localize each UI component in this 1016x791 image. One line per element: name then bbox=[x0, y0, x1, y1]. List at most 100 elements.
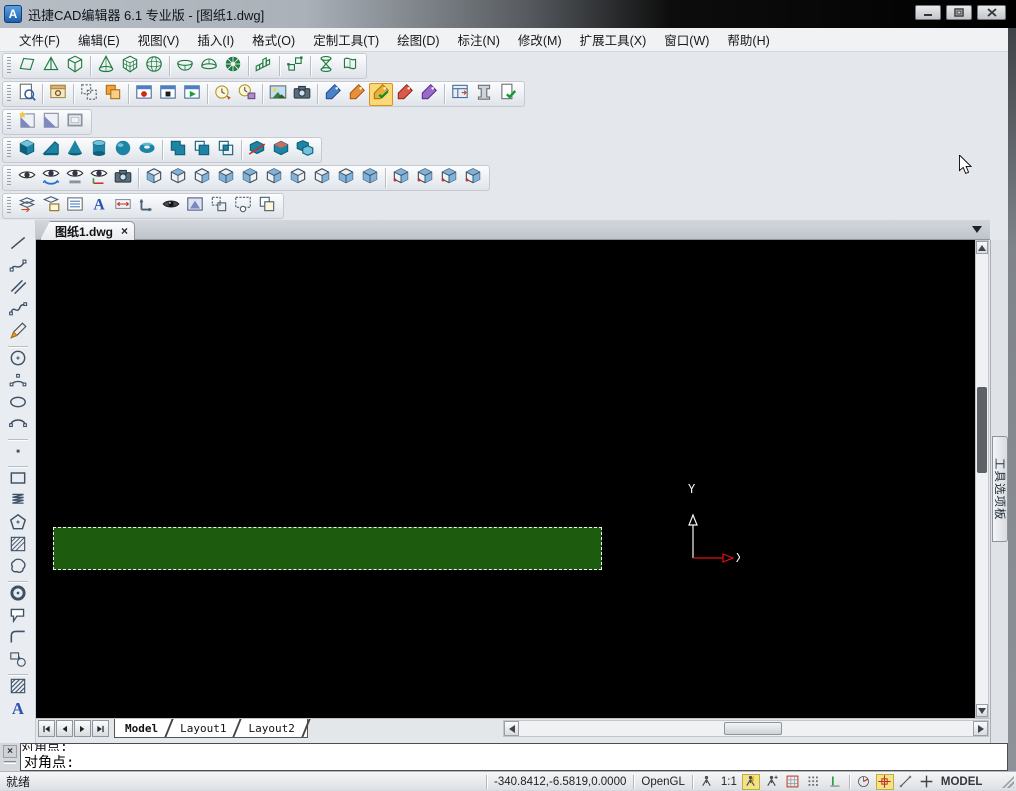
command-close-icon[interactable]: × bbox=[3, 745, 17, 758]
line-tool[interactable] bbox=[5, 234, 31, 256]
image-clip-button[interactable] bbox=[39, 111, 63, 134]
hide-objects-button[interactable] bbox=[15, 167, 39, 190]
view-right-button[interactable] bbox=[190, 167, 214, 190]
column-button[interactable] bbox=[472, 83, 496, 106]
ellipse-tool[interactable] bbox=[5, 393, 31, 415]
stop-macro-button[interactable] bbox=[156, 83, 180, 106]
solid-wedge-button[interactable] bbox=[39, 139, 63, 162]
record-macro-button[interactable] bbox=[132, 83, 156, 106]
toolbar-grip[interactable] bbox=[7, 113, 11, 131]
horizontal-scrollbar[interactable] bbox=[503, 720, 989, 737]
group-button[interactable] bbox=[77, 83, 101, 106]
scroll-right-icon[interactable] bbox=[973, 721, 988, 736]
scroll-down-icon[interactable] bbox=[976, 704, 988, 717]
model-space-toggle[interactable]: MODEL bbox=[939, 776, 985, 788]
tab-list-dropdown-icon[interactable] bbox=[972, 226, 982, 233]
double-line-tool[interactable] bbox=[5, 278, 31, 300]
menu-2[interactable]: 编辑(E) bbox=[69, 27, 129, 52]
dim-style-button[interactable] bbox=[111, 195, 135, 218]
command-drag-handle[interactable] bbox=[4, 761, 16, 764]
tab-layout2[interactable]: Layout2 bbox=[238, 719, 304, 737]
text-style-button[interactable]: A bbox=[87, 195, 111, 218]
subtract-button[interactable] bbox=[190, 139, 214, 162]
document-tab-close-icon[interactable]: × bbox=[121, 226, 128, 236]
union-button[interactable] bbox=[166, 139, 190, 162]
annotation-autoscale-icon[interactable] bbox=[763, 774, 781, 790]
toolbar-grip[interactable] bbox=[7, 85, 11, 103]
save-layout-button[interactable] bbox=[448, 83, 472, 106]
leader-tool[interactable] bbox=[5, 606, 31, 628]
point-tool[interactable] bbox=[5, 442, 31, 464]
tag-info-button[interactable] bbox=[417, 83, 441, 106]
play-macro-button[interactable] bbox=[180, 83, 204, 106]
next-tab-icon[interactable] bbox=[74, 720, 91, 737]
image-adjust-button[interactable] bbox=[15, 111, 39, 134]
insert-image-button[interactable] bbox=[266, 83, 290, 106]
vertical-scrollbar[interactable] bbox=[975, 240, 989, 718]
solid-torus-button[interactable] bbox=[135, 139, 159, 162]
block-shapes-tool[interactable] bbox=[5, 650, 31, 672]
restore-button[interactable] bbox=[946, 5, 972, 20]
solid-cone-button[interactable] bbox=[63, 139, 87, 162]
resize-grip[interactable] bbox=[1002, 776, 1014, 788]
minimize-button[interactable] bbox=[915, 5, 941, 20]
close-button[interactable] bbox=[977, 5, 1006, 20]
dynamic-input-icon[interactable] bbox=[918, 774, 936, 790]
rotate-view-right-button[interactable] bbox=[413, 167, 437, 190]
view-boundary-button[interactable] bbox=[231, 195, 255, 218]
surface-cone-button[interactable] bbox=[94, 55, 118, 78]
snap-icon[interactable] bbox=[784, 774, 802, 790]
revision-cloud-tool[interactable] bbox=[5, 557, 31, 579]
camera-view-button[interactable] bbox=[111, 167, 135, 190]
document-tab[interactable]: 图纸1.dwg × bbox=[40, 221, 135, 240]
viewport-button[interactable] bbox=[183, 195, 207, 218]
solid-cylinder-button[interactable] bbox=[87, 139, 111, 162]
named-view-button[interactable] bbox=[159, 195, 183, 218]
scroll-up-icon[interactable] bbox=[976, 241, 988, 254]
interference-check-button[interactable] bbox=[293, 139, 317, 162]
orbit-view-button[interactable] bbox=[39, 167, 63, 190]
menu-4[interactable]: 插入(I) bbox=[188, 27, 243, 52]
fillet-path-tool[interactable] bbox=[5, 628, 31, 650]
intersect-button[interactable] bbox=[214, 139, 238, 162]
command-window[interactable]: 对角点: 对角点: bbox=[20, 743, 1008, 771]
rotate-view-left-button[interactable] bbox=[389, 167, 413, 190]
ruled-surface-button[interactable] bbox=[338, 55, 362, 78]
surface-dome-button[interactable] bbox=[197, 55, 221, 78]
menu-7[interactable]: 绘图(D) bbox=[388, 27, 448, 52]
prev-tab-icon[interactable] bbox=[56, 720, 73, 737]
rectangle-tool[interactable] bbox=[5, 469, 31, 491]
surface-mesh-box-button[interactable] bbox=[118, 55, 142, 78]
surface-3d-mesh-button[interactable] bbox=[252, 55, 276, 78]
polyline-tool[interactable] bbox=[5, 256, 31, 278]
menu-3[interactable]: 视图(V) bbox=[129, 27, 189, 52]
group-boundary-button[interactable] bbox=[207, 195, 231, 218]
command-prompt[interactable]: 对角点: bbox=[21, 751, 1007, 771]
spline-tool[interactable] bbox=[5, 300, 31, 322]
osnap-icon[interactable] bbox=[876, 774, 894, 790]
time-edit-button[interactable] bbox=[211, 83, 235, 106]
menu-10[interactable]: 扩展工具(X) bbox=[571, 27, 656, 52]
edge-surface-button[interactable] bbox=[283, 55, 307, 78]
surface-dish-button[interactable] bbox=[173, 55, 197, 78]
solid-sphere-button[interactable] bbox=[111, 139, 135, 162]
toolbar-grip[interactable] bbox=[7, 197, 11, 215]
view-ne-iso-button[interactable] bbox=[334, 167, 358, 190]
revolved-surface-button[interactable] bbox=[314, 55, 338, 78]
solid-edit-button[interactable] bbox=[269, 139, 293, 162]
menu-5[interactable]: 格式(O) bbox=[243, 27, 304, 52]
view-top-button[interactable] bbox=[166, 167, 190, 190]
menu-12[interactable]: 帮助(H) bbox=[718, 27, 778, 52]
ellipse-arc-tool[interactable] bbox=[5, 415, 31, 437]
tag-reject-button[interactable] bbox=[393, 83, 417, 106]
sketch-tool[interactable] bbox=[5, 322, 31, 344]
annotation-scale-icon[interactable] bbox=[698, 774, 716, 790]
surface-2d-solid-button[interactable] bbox=[15, 55, 39, 78]
layer-merge-button[interactable] bbox=[39, 195, 63, 218]
view-front-button[interactable] bbox=[238, 167, 262, 190]
polygon-tool[interactable] bbox=[5, 513, 31, 535]
surface-sphere-button[interactable] bbox=[142, 55, 166, 78]
menu-11[interactable]: 窗口(W) bbox=[655, 27, 718, 52]
tag-blue-button[interactable] bbox=[321, 83, 345, 106]
toolbar-grip[interactable] bbox=[7, 141, 11, 159]
